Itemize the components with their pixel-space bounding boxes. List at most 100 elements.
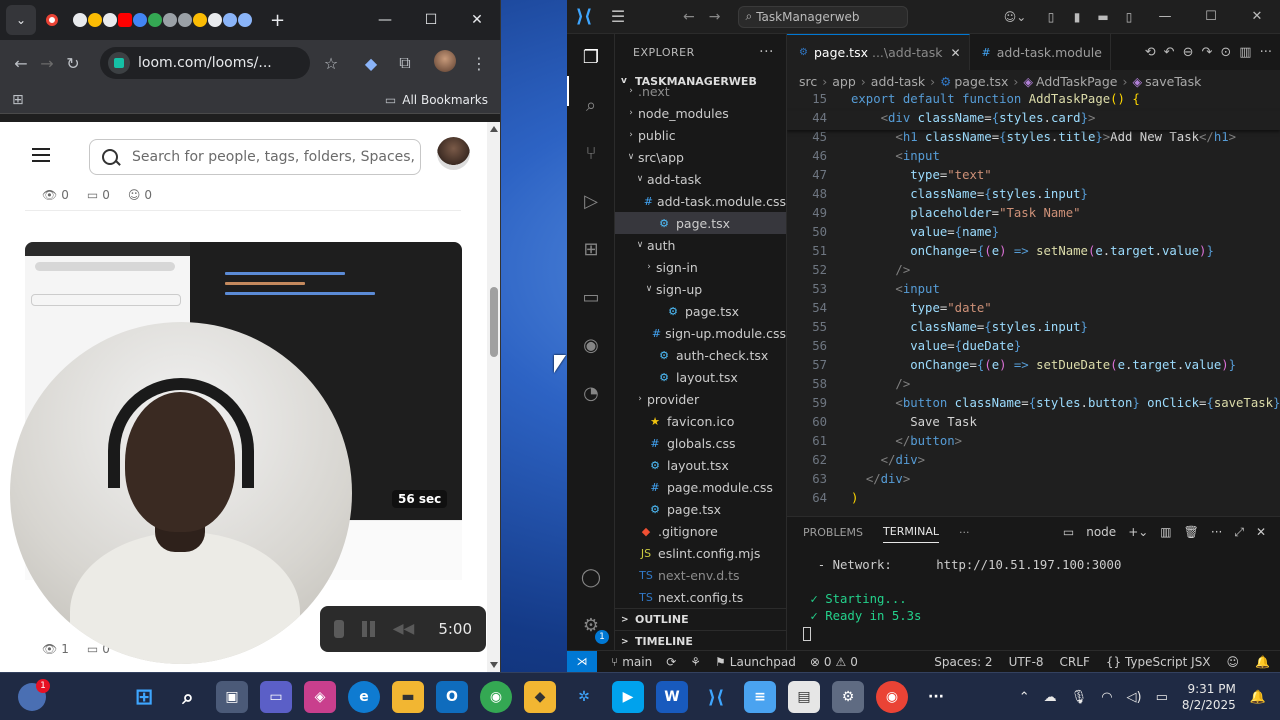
scroll-up-arrow-icon[interactable] bbox=[490, 126, 498, 132]
google-icon[interactable] bbox=[133, 13, 147, 27]
back-arrow-icon[interactable]: ← bbox=[8, 54, 34, 73]
close-icon[interactable]: ✕ bbox=[1234, 9, 1280, 24]
tree-item[interactable]: ⚙ layout.tsx bbox=[615, 366, 786, 388]
language-mode-status[interactable]: {} TypeScript JSX bbox=[1106, 655, 1211, 669]
task-view-icon[interactable]: ▣ bbox=[216, 681, 248, 713]
minimize-icon[interactable]: — bbox=[1142, 9, 1188, 24]
windows-start-icon[interactable]: ⊞ bbox=[128, 681, 160, 713]
onedrive-icon[interactable]: ☁ bbox=[1044, 690, 1057, 705]
microphone-icon[interactable]: 🎙 bbox=[1071, 690, 1088, 705]
tab-favicon[interactable] bbox=[238, 13, 252, 27]
app-icon[interactable]: ✲ bbox=[568, 681, 600, 713]
tree-item[interactable]: # page.module.css bbox=[615, 476, 786, 498]
trash-icon[interactable]: 🗑 bbox=[1184, 525, 1199, 539]
tab-favicon[interactable] bbox=[103, 13, 117, 27]
eol-status[interactable]: CRLF bbox=[1060, 655, 1090, 669]
tree-item[interactable]: ∨ sign-up bbox=[615, 278, 786, 300]
tree-item[interactable]: ⚙ page.tsx bbox=[615, 300, 786, 322]
breadcrumb-item[interactable]: page.tsx bbox=[954, 74, 1008, 89]
tree-item[interactable]: › public bbox=[615, 124, 786, 146]
tree-item[interactable]: JS eslint.config.mjs bbox=[615, 542, 786, 564]
notifications-bell-icon[interactable]: 🔔 bbox=[1250, 690, 1266, 705]
pause-recording-button[interactable] bbox=[362, 621, 375, 637]
git-branch-status[interactable]: ⑂ main bbox=[611, 655, 652, 669]
copilot-icon[interactable]: ◈ bbox=[304, 681, 336, 713]
tree-item[interactable]: › sign-in bbox=[615, 256, 786, 278]
tab-search-button[interactable]: ⌄ bbox=[6, 5, 36, 35]
site-info-icon[interactable] bbox=[108, 52, 130, 74]
tab-terminal[interactable]: TERMINAL bbox=[883, 525, 939, 543]
tree-item[interactable]: TS next.config.ts bbox=[615, 586, 786, 608]
tab-favicon[interactable] bbox=[73, 13, 87, 27]
remote-explorer-icon[interactable]: ▭ bbox=[577, 284, 605, 312]
widgets-weather-icon[interactable]: 1 bbox=[18, 679, 50, 711]
tree-item[interactable]: › node_modules bbox=[615, 102, 786, 124]
new-tab-plus-icon[interactable]: + bbox=[270, 10, 285, 31]
toggle-sidebar-icon[interactable]: ▮ bbox=[1064, 10, 1090, 24]
tree-item[interactable]: # globals.css bbox=[615, 432, 786, 454]
chevron-up-icon[interactable]: ⌃ bbox=[1019, 690, 1030, 705]
compare-icon[interactable]: ⊖ bbox=[1183, 45, 1194, 60]
breadcrumb-item[interactable]: AddTaskPage bbox=[1036, 74, 1117, 89]
maximize-panel-icon[interactable]: ⤢ bbox=[1234, 525, 1244, 540]
accounts-icon[interactable]: ◯ bbox=[577, 564, 605, 592]
tab-favicon[interactable] bbox=[193, 13, 207, 27]
tree-item[interactable]: ∨ add-task bbox=[615, 168, 786, 190]
tree-item[interactable]: ∨ src\app bbox=[615, 146, 786, 168]
avatar[interactable] bbox=[437, 137, 470, 170]
tree-item[interactable]: › provider bbox=[615, 388, 786, 410]
apps-grid-icon[interactable]: ⊞ bbox=[12, 92, 24, 108]
hamburger-menu-icon[interactable] bbox=[32, 148, 50, 162]
file-explorer-icon[interactable]: ▬ bbox=[392, 681, 424, 713]
maximize-icon[interactable]: ☐ bbox=[1188, 9, 1234, 24]
app-icon[interactable]: ▶ bbox=[612, 681, 644, 713]
outlook-icon[interactable]: O bbox=[436, 681, 468, 713]
remote-indicator-icon[interactable]: ⋊ bbox=[567, 650, 597, 672]
more-actions-icon[interactable]: ··· bbox=[959, 526, 970, 539]
menu-icon[interactable]: ☰ bbox=[601, 7, 635, 26]
breadcrumb-item[interactable]: app bbox=[832, 74, 856, 89]
split-terminal-icon[interactable]: ▥ bbox=[1160, 525, 1171, 539]
close-icon[interactable]: ✕ bbox=[454, 12, 500, 28]
command-center-search[interactable]: ⌕ TaskManagerweb bbox=[738, 5, 909, 28]
recording-tab-icon[interactable] bbox=[46, 14, 58, 26]
wifi-icon[interactable]: ◠ bbox=[1101, 690, 1112, 705]
more-actions-icon[interactable]: ··· bbox=[759, 44, 774, 60]
app-icon[interactable]: ▤ bbox=[788, 681, 820, 713]
search-icon[interactable]: ⌕ bbox=[577, 92, 605, 120]
search-input[interactable]: Search for people, tags, folders, Spaces… bbox=[89, 139, 421, 175]
extensions-puzzle-icon[interactable]: ⧉ bbox=[392, 53, 418, 73]
vscode-icon[interactable]: ⟩⟨ bbox=[700, 681, 732, 713]
scrollbar-thumb[interactable] bbox=[490, 287, 498, 357]
problems-status[interactable]: ⊗ 0 ⚠ 0 bbox=[810, 655, 858, 669]
tab-favicon[interactable] bbox=[178, 13, 192, 27]
launchpad-status[interactable]: ⚑ Launchpad bbox=[715, 655, 796, 669]
tree-item[interactable]: ⚙ page.tsx bbox=[615, 498, 786, 520]
bookmark-star-icon[interactable]: ☆ bbox=[318, 54, 344, 73]
terminal-output[interactable]: - Network: http://10.51.197.100:3000 ✓ S… bbox=[803, 557, 1121, 642]
gitlens-status-icon[interactable]: ⚘ bbox=[690, 655, 701, 669]
tree-item[interactable]: ∨ auth bbox=[615, 234, 786, 256]
notifications-bell-icon[interactable]: 🔔 bbox=[1255, 655, 1270, 669]
more-actions-icon[interactable]: ··· bbox=[1211, 525, 1222, 539]
tree-item[interactable]: ⚙ layout.tsx bbox=[615, 454, 786, 476]
back-arrow-icon[interactable]: ← bbox=[683, 9, 695, 25]
timeline-icon[interactable]: ◔ bbox=[577, 380, 605, 408]
tree-item[interactable]: ★ favicon.ico bbox=[615, 410, 786, 432]
timeline-history-icon[interactable]: ⟲ bbox=[1145, 45, 1156, 60]
restart-recording-icon[interactable]: ◀◀ bbox=[393, 621, 415, 637]
forward-arrow-icon[interactable]: → bbox=[709, 9, 721, 25]
teams-icon[interactable]: ▭ bbox=[260, 681, 292, 713]
scroll-down-arrow-icon[interactable] bbox=[490, 662, 498, 668]
chrome-profile-icon[interactable]: ◉ bbox=[876, 681, 908, 713]
tree-item[interactable]: # sign-up.module.css bbox=[615, 322, 786, 344]
copilot-status-icon[interactable]: ☺ bbox=[1227, 655, 1240, 669]
tab-favicon[interactable] bbox=[148, 13, 162, 27]
word-icon[interactable]: W bbox=[656, 681, 688, 713]
gitlens-icon[interactable]: ◉ bbox=[577, 332, 605, 360]
chrome-menu-icon[interactable]: ⋮ bbox=[466, 54, 492, 73]
tab-favicon[interactable] bbox=[163, 13, 177, 27]
profile-avatar[interactable] bbox=[432, 50, 458, 76]
edge-icon[interactable]: e bbox=[348, 681, 380, 713]
clock[interactable]: 9:31 PM 8/2/2025 bbox=[1182, 681, 1236, 713]
